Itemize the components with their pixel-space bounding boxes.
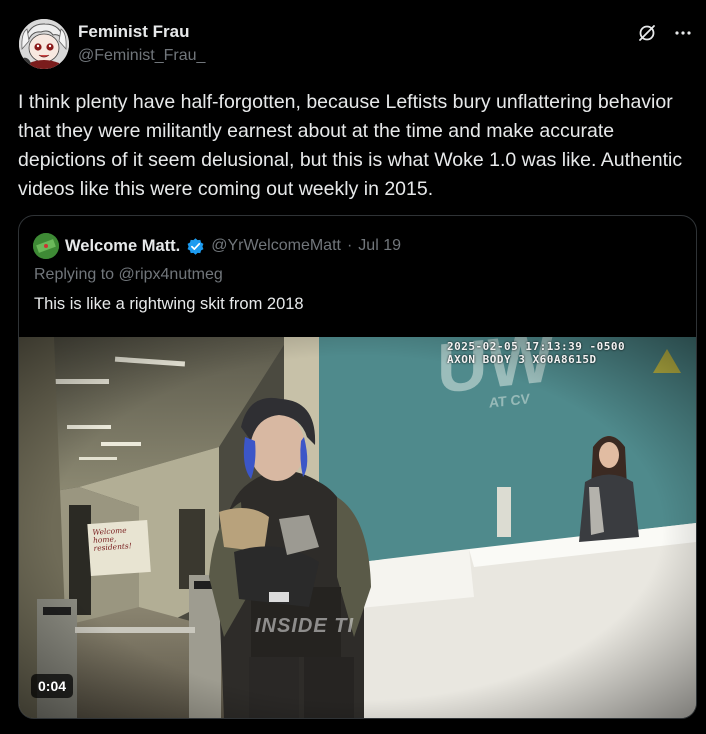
bodycam-device-id: AXON BODY 3 X60A8615D <box>447 353 597 366</box>
author-handle[interactable]: @Feminist_Frau_ <box>78 46 205 66</box>
tweet: Feminist Frau @Feminist_Frau_ I think pl… <box>0 0 706 734</box>
bodycam-overlay: 2025-02-05 17:13:39 -0500 AXON BODY 3 X6… <box>447 340 625 366</box>
quoted-tweet[interactable]: Welcome Matt. @YrWelcomeMatt · Jul 19 Re… <box>18 215 697 719</box>
quoted-handle[interactable]: @YrWelcomeMatt <box>211 237 341 255</box>
tweet-actions-top <box>636 22 694 44</box>
quoted-text: This is like a rightwing skit from 2018 <box>34 295 304 313</box>
welcome-sign-text: Welcome home, residents! <box>92 525 133 553</box>
video-duration-badge: 0:04 <box>31 674 74 698</box>
quoted-author-avatar[interactable] <box>33 233 59 259</box>
replying-to-link[interactable]: @ripx4nutmeg <box>119 266 223 283</box>
welcome-mat-avatar-icon <box>33 233 59 259</box>
author-name-row: Feminist Frau <box>78 22 189 42</box>
author-display-name[interactable]: Feminist Frau <box>78 22 189 41</box>
quoted-display-name[interactable]: Welcome Matt. <box>65 237 180 256</box>
anime-avatar-icon <box>19 19 69 69</box>
grok-icon[interactable] <box>636 22 658 44</box>
bodycam-timestamp: 2025-02-05 17:13:39 -0500 <box>447 340 626 353</box>
tweet-text: I think plenty have half-forgotten, beca… <box>18 91 683 200</box>
replying-to-prefix: Replying to <box>34 266 119 283</box>
verified-badge-icon <box>187 237 204 255</box>
quoted-date[interactable]: Jul 19 <box>358 237 401 255</box>
shirt-print-text: INSIDE TI <box>255 615 355 637</box>
more-icon[interactable] <box>672 22 694 44</box>
separator-dot: · <box>346 237 353 254</box>
author-avatar[interactable] <box>19 19 69 69</box>
replying-to: Replying to @ripx4nutmeg <box>34 266 223 284</box>
video-player[interactable]: UW AT CV <box>19 337 696 718</box>
quoted-tweet-header: Welcome Matt. @YrWelcomeMatt · Jul 19 <box>33 233 401 259</box>
